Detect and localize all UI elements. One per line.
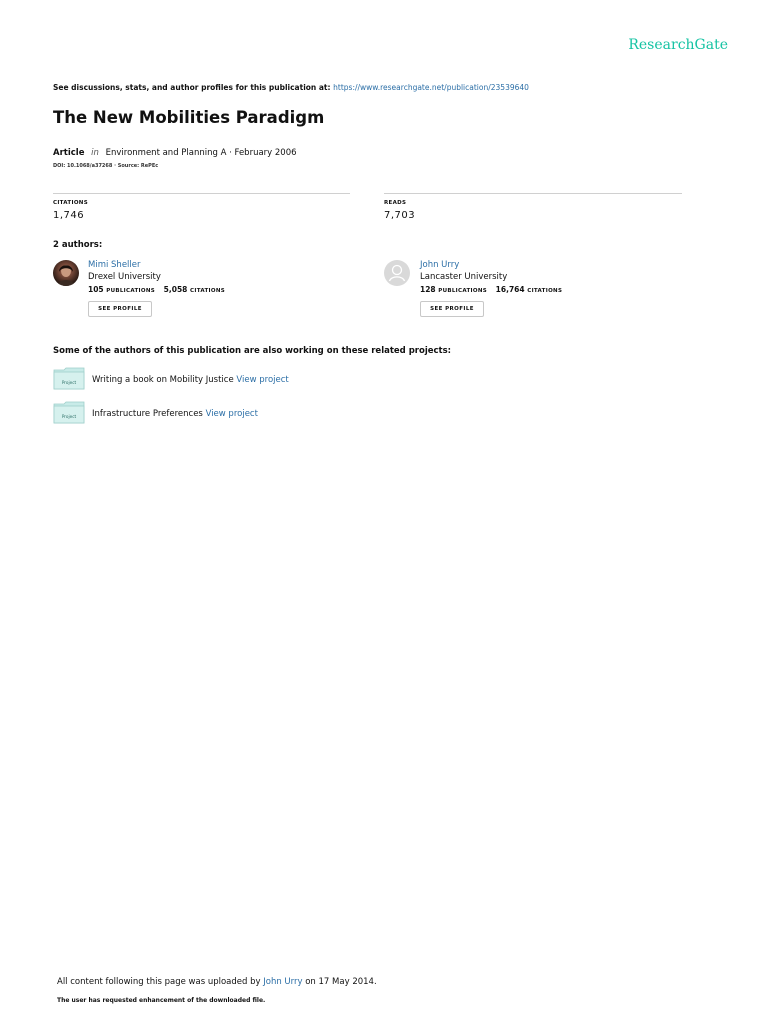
author-stats: 105 PUBLICATIONS 5,058 CITATIONS [88, 285, 231, 294]
project-item: Infrastructure Preferences View project [92, 409, 258, 419]
project-folder-icon: Project [53, 401, 85, 428]
project-folder-icon: Project [53, 367, 85, 394]
doi-line: DOI: 10.1068/a37268 · Source: RePEc [53, 163, 159, 169]
enhancement-note: The user has requested enhancement of th… [57, 997, 266, 1004]
author-institution: Drexel University [88, 272, 161, 282]
projects-heading: Some of the authors of this publication … [53, 346, 452, 356]
project-item: Writing a book on Mobility Justice View … [92, 375, 289, 385]
author-photo-icon [57, 265, 75, 286]
author-name-link[interactable]: John Urry [420, 260, 459, 270]
discussion-prefix: See discussions, stats, and author profi… [53, 83, 331, 92]
divider [384, 193, 682, 194]
upload-prefix: All content following this page was uplo… [57, 977, 261, 987]
upload-date: on 17 May 2014. [305, 977, 377, 987]
publication-count: 105 [88, 285, 104, 294]
author-stats: 128 PUBLICATIONS 16,764 CITATIONS [420, 285, 568, 294]
see-profile-button[interactable]: SEE PROFILE [88, 301, 152, 317]
project-badge: Project [62, 380, 77, 385]
citations-count: 1,746 [53, 210, 85, 221]
citations-label: CITATIONS [527, 288, 563, 294]
reads-label: READS [384, 200, 407, 206]
view-project-link[interactable]: View project [206, 409, 258, 419]
see-profile-button[interactable]: SEE PROFILE [420, 301, 484, 317]
default-user-icon [385, 261, 409, 285]
view-project-link[interactable]: View project [236, 375, 288, 385]
publication-count: 128 [420, 285, 436, 294]
researchgate-logo[interactable]: ResearchGate [628, 37, 728, 53]
reads-count: 7,703 [384, 210, 416, 221]
uploader-link[interactable]: John Urry [263, 977, 302, 987]
citations-label: CITATIONS [190, 288, 225, 294]
publications-label: PUBLICATIONS [438, 288, 488, 294]
avatar[interactable] [384, 260, 410, 286]
divider [53, 193, 350, 194]
article-venue: Environment and Planning A · February 20… [105, 148, 297, 158]
author-name-link[interactable]: Mimi Sheller [88, 260, 141, 270]
project-title: Infrastructure Preferences [92, 409, 203, 419]
publication-url-link[interactable]: https://www.researchgate.net/publication… [333, 83, 529, 92]
article-in: in [91, 148, 99, 158]
page-title: The New Mobilities Paradigm [53, 108, 325, 127]
avatar[interactable] [53, 260, 79, 286]
article-type: Article [53, 148, 85, 158]
publications-label: PUBLICATIONS [106, 288, 156, 294]
upload-note: All content following this page was uplo… [57, 977, 377, 987]
citations-label: CITATIONS [53, 200, 88, 206]
citation-count: 16,764 [495, 285, 525, 294]
article-meta: Article in Environment and Planning A · … [53, 148, 297, 158]
project-badge: Project [62, 414, 77, 419]
citation-count: 5,058 [163, 285, 188, 294]
discussion-line: See discussions, stats, and author profi… [53, 83, 529, 92]
author-institution: Lancaster University [420, 272, 508, 282]
authors-heading: 2 authors: [53, 240, 103, 250]
project-title: Writing a book on Mobility Justice [92, 375, 234, 385]
